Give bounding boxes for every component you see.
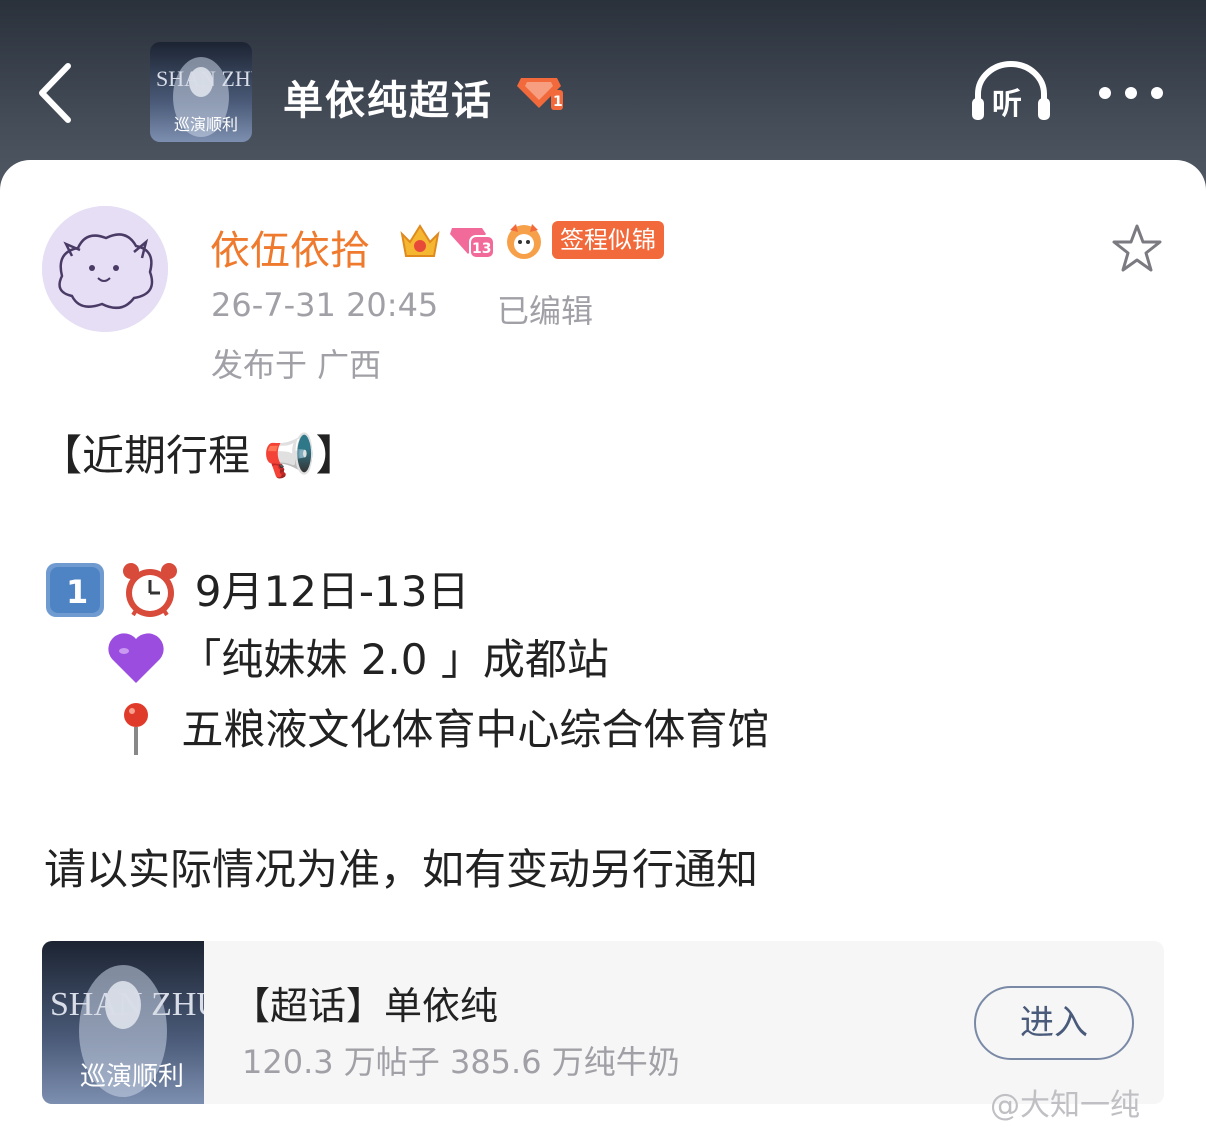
star-icon (1112, 224, 1162, 272)
crown-badge-icon (398, 220, 442, 262)
topic-card-title: 【超话】单依纯 (232, 984, 499, 1028)
more-dots-icon (1099, 87, 1163, 99)
page-title: 单依纯超话 (283, 78, 493, 124)
date-text: 9月12日-13日 (194, 567, 470, 616)
headphone-icon: 听 (972, 61, 1050, 122)
chevron-left-icon (39, 63, 71, 123)
sign-tag: 签程似锦 (552, 221, 664, 259)
svg-text:SHAN ZHUN: SHAN ZHUN (156, 66, 252, 91)
listen-button[interactable]: 听 (968, 60, 1054, 126)
pin-icon (108, 699, 168, 767)
post-line-title: 【近期行程 📢】 (40, 431, 358, 480)
edited-label[interactable]: 已编辑 (497, 286, 593, 332)
watermark: @大知一纯 (990, 1088, 1140, 1123)
svg-text:SHAN ZHUN: SHAN ZHUN (50, 986, 204, 1023)
fan-level-badge: 13 (450, 220, 496, 262)
favorite-button[interactable] (1110, 222, 1164, 276)
fox-badge-icon (504, 220, 544, 262)
post-line-note: 请以实际情况为准，如有变动另行通知 (44, 845, 759, 894)
svg-text:巡演顺利: 巡演顺利 (174, 116, 238, 134)
author-name[interactable]: 依伍依拾 (210, 218, 370, 276)
topic-card-cover: SHAN ZHUN 巡演顺利 (42, 941, 246, 1104)
back-button[interactable] (30, 58, 90, 128)
topic-cover-image[interactable]: SHAN ZHUN 巡演顺利 (150, 42, 252, 142)
super-topic-badge-icon: 1 (517, 72, 565, 112)
post-line-date: 1 9月12日-13日 (44, 558, 469, 631)
post-time: 26-7-31 20:45 (211, 286, 439, 324)
svg-text:1: 1 (553, 94, 563, 110)
svg-text:1: 1 (66, 573, 88, 611)
event-text: 「纯妹妹 2.0 」成都站 (179, 635, 609, 684)
topic-card-stats: 120.3 万帖子 385.6 万纯牛奶 (242, 1043, 680, 1081)
svg-text:巡演顺利: 巡演顺利 (80, 1062, 184, 1091)
purple-heart-icon (106, 629, 166, 697)
avatar[interactable] (42, 206, 168, 332)
post-line-venue: 五粮液文化体育中心综合体育馆 (108, 696, 769, 767)
svg-text:13: 13 (472, 241, 491, 257)
enter-button[interactable]: 进入 (974, 986, 1134, 1060)
venue-text: 五粮液文化体育中心综合体育馆 (181, 705, 770, 754)
alarm-clock-icon (119, 559, 181, 631)
more-button[interactable] (1096, 78, 1166, 108)
svg-text:听: 听 (992, 87, 1022, 122)
keycap-1-icon: 1 (44, 561, 106, 629)
post-line-event: 「纯妹妹 2.0 」成都站 (106, 626, 609, 697)
post-location: 发布于 广西 (211, 346, 382, 384)
